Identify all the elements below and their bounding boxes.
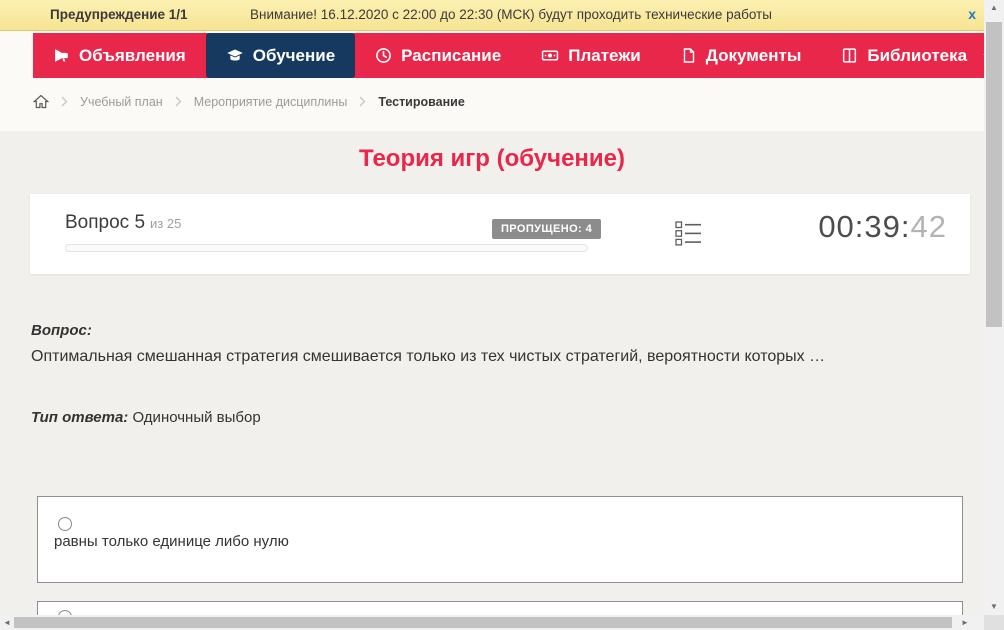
answer-type-value: Одиночный выбор	[132, 409, 261, 426]
question-list-icon[interactable]	[675, 221, 702, 251]
scroll-up-icon[interactable]: ▲	[984, 0, 1004, 16]
vertical-scrollbar-thumb[interactable]	[986, 22, 1002, 327]
nav-item-library[interactable]: Библиотека	[821, 33, 984, 78]
scroll-down-icon[interactable]: ▼	[984, 599, 1004, 615]
nav-item-payments[interactable]: Платежи	[521, 33, 661, 78]
home-icon[interactable]	[33, 94, 49, 109]
horizontal-scrollbar-thumb[interactable]	[14, 617, 952, 628]
nav-item-documents[interactable]: Документы	[661, 33, 822, 78]
breadcrumb-item-study-plan[interactable]: Учебный план	[80, 95, 163, 109]
answer-type: Тип ответа: Одиночный выбор	[31, 409, 261, 426]
option-radio[interactable]	[58, 517, 72, 531]
timer: 00:39:42	[818, 209, 947, 245]
page-title: Теория игр (обучение)	[358, 145, 625, 172]
breadcrumb-item-discipline-event[interactable]: Мероприятие дисциплины	[194, 95, 348, 109]
scrollbar-corner	[984, 615, 1004, 630]
graduation-cap-icon	[226, 47, 244, 64]
timer-minutes: 00:39:	[818, 209, 911, 244]
clock-icon	[375, 47, 392, 64]
close-icon[interactable]: x	[968, 6, 976, 22]
breadcrumb-item-testing: Тестирование	[378, 94, 465, 109]
nav-item-label: Платежи	[568, 45, 641, 65]
nav-item-announcements[interactable]: Объявления	[33, 33, 206, 78]
question-text: Оптимальная смешанная стратегия смешивае…	[31, 348, 826, 365]
scroll-left-icon[interactable]: ◄	[0, 615, 14, 630]
quiz-header-card: Вопрос 5 из 25 ПРОПУЩЕНО: 4 00:39:42	[30, 194, 970, 274]
answer-option[interactable]	[37, 601, 963, 615]
nav-item-schedule[interactable]: Расписание	[355, 33, 521, 78]
option-label: равны только единице либо нулю	[54, 533, 289, 550]
nav-item-learning[interactable]: Обучение	[205, 33, 356, 78]
answer-option[interactable]: равны только единице либо нулю	[37, 496, 963, 583]
question-heading: Вопрос:	[31, 322, 92, 339]
question-number: Вопрос 5 из 25	[65, 212, 181, 234]
nav-item-label: Документы	[705, 45, 802, 65]
warning-message: Внимание! 16.12.2020 с 22:00 до 22:30 (М…	[250, 7, 772, 22]
nav-item-label: Библиотека	[867, 45, 968, 65]
nav-item-label: Обучение	[252, 45, 336, 65]
breadcrumb: Учебный план Мероприятие дисциплины Тест…	[33, 94, 465, 109]
banknote-icon	[541, 47, 559, 64]
skipped-badge: ПРОПУЩЕНО: 4	[492, 219, 602, 239]
chevron-right-icon	[175, 96, 182, 107]
nav-item-label: Объявления	[79, 45, 186, 65]
quiz-progress-bar	[65, 244, 588, 252]
warning-label: Предупреждение 1/1	[50, 7, 188, 22]
megaphone-icon	[53, 47, 70, 64]
vertical-scrollbar[interactable]: ▲ ▼	[984, 0, 1004, 615]
question-number-label: Вопрос 5	[65, 212, 146, 233]
question-counter: из 25	[150, 216, 182, 231]
document-icon	[681, 47, 697, 64]
page-viewport: Предупреждение 1/1 Внимание! 16.12.2020 …	[0, 0, 984, 615]
chevron-right-icon	[359, 96, 366, 107]
horizontal-scrollbar[interactable]: ◄ ►	[0, 615, 984, 630]
nav-item-label: Расписание	[401, 45, 502, 65]
warning-bar: Предупреждение 1/1 Внимание! 16.12.2020 …	[0, 0, 984, 31]
book-icon	[841, 47, 858, 64]
chevron-right-icon	[61, 96, 68, 107]
timer-seconds: 42	[910, 209, 947, 244]
scroll-right-icon[interactable]: ►	[958, 615, 972, 630]
answer-type-label: Тип ответа:	[31, 409, 129, 426]
main-nav: Объявления Обучение Расписание Платежи Д…	[33, 33, 984, 78]
